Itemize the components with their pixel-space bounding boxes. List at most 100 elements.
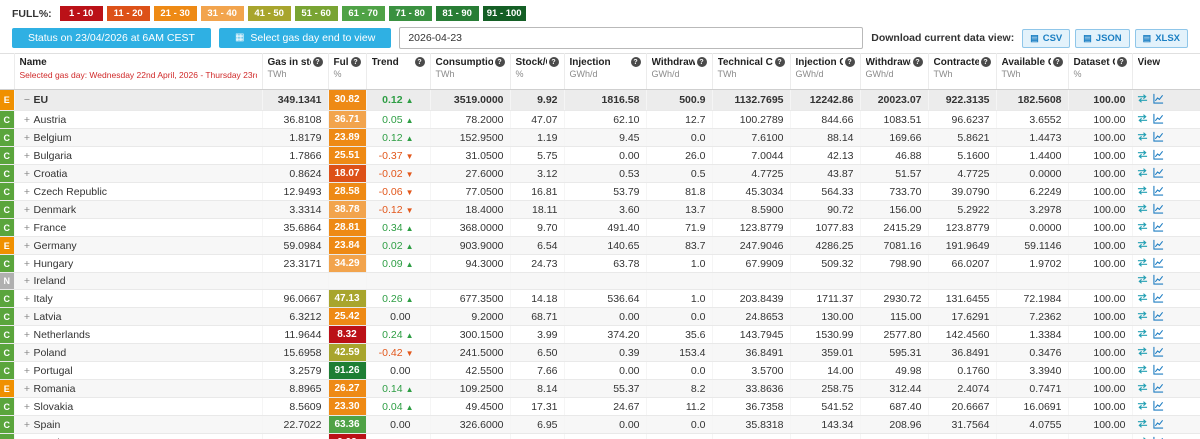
- chart-icon[interactable]: [1153, 364, 1164, 378]
- chart-icon[interactable]: [1153, 203, 1164, 217]
- compare-icon[interactable]: [1137, 400, 1148, 414]
- chart-icon[interactable]: [1153, 93, 1164, 107]
- country-name-cell[interactable]: + Portugal: [14, 361, 263, 380]
- table-row[interactable]: C + Croatia 0.8624 18.07 -0.02 ▼ 27.6000 3…: [0, 164, 1200, 183]
- expand-icon[interactable]: +: [21, 293, 34, 305]
- compare-icon[interactable]: [1137, 93, 1148, 107]
- table-row[interactable]: N + Ireland: [0, 272, 1200, 290]
- expand-icon[interactable]: +: [21, 275, 34, 287]
- chart-icon[interactable]: [1153, 328, 1164, 342]
- country-name-cell[interactable]: + Spain: [14, 415, 263, 434]
- country-name-cell[interactable]: + Poland: [14, 343, 263, 362]
- legend-bucket[interactable]: 21 - 30: [153, 6, 197, 21]
- info-icon[interactable]: ?: [548, 57, 559, 67]
- legend-bucket[interactable]: 11 - 20: [106, 6, 150, 21]
- gas-day-date-input[interactable]: [399, 27, 864, 49]
- compare-icon[interactable]: [1137, 436, 1148, 439]
- country-name-cell[interactable]: + Slovakia: [14, 397, 263, 416]
- table-row[interactable]: C +Sweden 0.0082 9.92 0.00 11.5000 0.07 …: [0, 433, 1200, 439]
- country-name-cell[interactable]: + Ireland: [14, 272, 263, 290]
- info-icon[interactable]: ?: [912, 57, 923, 67]
- legend-bucket[interactable]: 61 - 70: [341, 6, 385, 21]
- compare-icon[interactable]: [1137, 239, 1148, 253]
- table-row[interactable]: C + Hungary 23.3171 34.29 0.09 ▲ 94.3000 2…: [0, 254, 1200, 273]
- col-gas-in-storage[interactable]: Gas in storage? TWh: [262, 53, 329, 90]
- info-icon[interactable]: ?: [494, 57, 505, 67]
- table-row[interactable]: C + Bulgaria 1.7866 25.51 -0.37 ▼ 31.0500 …: [0, 146, 1200, 165]
- chart-icon[interactable]: [1153, 292, 1164, 306]
- col-withdrawal[interactable]: Withdrawal? GWh/d: [646, 53, 713, 90]
- table-row[interactable]: E + Romania 8.8965 26.27 0.14 ▲ 109.2500 8…: [0, 379, 1200, 398]
- chart-icon[interactable]: [1153, 149, 1164, 163]
- country-name-cell[interactable]: + Netherlands: [14, 325, 263, 344]
- chart-icon[interactable]: [1153, 221, 1164, 235]
- legend-bucket[interactable]: 1 - 10: [59, 6, 103, 21]
- col-trend[interactable]: Trend?: [366, 53, 431, 90]
- legend-bucket[interactable]: 91 - 100: [482, 6, 526, 21]
- table-row[interactable]: C + France 35.6864 28.81 0.34 ▲ 368.0000 9…: [0, 218, 1200, 237]
- chart-icon[interactable]: [1153, 310, 1164, 324]
- expand-icon[interactable]: +: [21, 401, 34, 413]
- country-name-cell[interactable]: − EU: [14, 89, 263, 111]
- select-gas-day-button[interactable]: ▦ Select gas day end to view: [218, 28, 392, 48]
- expand-icon[interactable]: +: [21, 347, 34, 359]
- download-csv-button[interactable]: ▤ CSV: [1022, 28, 1071, 48]
- compare-icon[interactable]: [1137, 310, 1148, 324]
- country-name-cell[interactable]: + Romania: [14, 379, 263, 398]
- download-xlsx-button[interactable]: ▤ XLSX: [1134, 28, 1188, 48]
- table-row[interactable]: C + Slovakia 8.5609 23.30 0.04 ▲ 49.4500 1…: [0, 397, 1200, 416]
- col-name[interactable]: Name Selected gas day: Wednesday 22nd Ap…: [14, 53, 263, 90]
- info-icon[interactable]: ?: [1052, 57, 1063, 67]
- info-icon[interactable]: ?: [312, 57, 323, 67]
- info-icon[interactable]: ?: [630, 57, 641, 67]
- country-name-cell[interactable]: + Austria: [14, 110, 263, 129]
- col-dataset-coverage[interactable]: Dataset Cover...? %: [1068, 53, 1133, 90]
- compare-icon[interactable]: [1137, 203, 1148, 217]
- table-row[interactable]: C + Denmark 3.3314 38.78 -0.12 ▼ 18.4000 1…: [0, 200, 1200, 219]
- chart-icon[interactable]: [1153, 400, 1164, 414]
- info-icon[interactable]: ?: [414, 57, 425, 67]
- country-name-cell[interactable]: + Denmark: [14, 200, 263, 219]
- info-icon[interactable]: ?: [350, 57, 361, 67]
- expand-icon[interactable]: +: [21, 132, 34, 144]
- chart-icon[interactable]: [1153, 131, 1164, 145]
- table-row[interactable]: C + Italy 96.0667 47.13 0.26 ▲ 677.3500 14…: [0, 289, 1200, 308]
- compare-icon[interactable]: [1137, 221, 1148, 235]
- col-injection[interactable]: Injection? GWh/d: [564, 53, 647, 90]
- table-row[interactable]: C + Portugal 3.2579 91.26 0.00 42.5500 7.…: [0, 361, 1200, 380]
- country-name-cell[interactable]: + Germany: [14, 236, 263, 255]
- country-name-cell[interactable]: + Belgium: [14, 128, 263, 147]
- country-name-cell[interactable]: + Italy: [14, 289, 263, 308]
- expand-icon[interactable]: +: [21, 168, 34, 180]
- download-json-button[interactable]: ▤ JSON: [1075, 28, 1130, 48]
- info-icon[interactable]: ?: [980, 57, 991, 67]
- compare-icon[interactable]: [1137, 346, 1148, 360]
- country-name-cell[interactable]: + Czech Republic: [14, 182, 263, 201]
- chart-icon[interactable]: [1153, 113, 1164, 127]
- table-row[interactable]: C + Latvia 6.3212 25.42 0.00 9.2000 68.71…: [0, 307, 1200, 326]
- info-icon[interactable]: ?: [696, 57, 707, 67]
- status-button[interactable]: Status on 23/04/2026 at 6AM CEST: [12, 28, 211, 48]
- info-icon[interactable]: ?: [844, 57, 855, 67]
- country-name-cell[interactable]: + Latvia: [14, 307, 263, 326]
- expand-icon[interactable]: +: [21, 150, 34, 162]
- expand-icon[interactable]: +: [21, 186, 34, 198]
- compare-icon[interactable]: [1137, 131, 1148, 145]
- chart-icon[interactable]: [1153, 436, 1164, 439]
- expand-icon[interactable]: +: [21, 222, 34, 234]
- col-stock-cons[interactable]: Stock/Cons ³? %: [510, 53, 565, 90]
- compare-icon[interactable]: [1137, 257, 1148, 271]
- expand-icon[interactable]: +: [21, 240, 34, 252]
- legend-bucket[interactable]: 31 - 40: [200, 6, 244, 21]
- col-contracted-capacity[interactable]: Contracted Ca...? TWh: [928, 53, 997, 90]
- col-available-capacity[interactable]: Available Cap...? TWh: [996, 53, 1069, 90]
- legend-bucket[interactable]: 71 - 80: [388, 6, 432, 21]
- compare-icon[interactable]: [1137, 364, 1148, 378]
- compare-icon[interactable]: [1137, 382, 1148, 396]
- legend-bucket[interactable]: 81 - 90: [435, 6, 479, 21]
- country-name-cell[interactable]: +Sweden: [14, 433, 263, 439]
- chart-icon[interactable]: [1153, 257, 1164, 271]
- table-row[interactable]: C + Austria 36.8108 36.71 0.05 ▲ 78.2000 4…: [0, 110, 1200, 129]
- compare-icon[interactable]: [1137, 167, 1148, 181]
- col-consumption[interactable]: Consumption ²? TWh: [430, 53, 511, 90]
